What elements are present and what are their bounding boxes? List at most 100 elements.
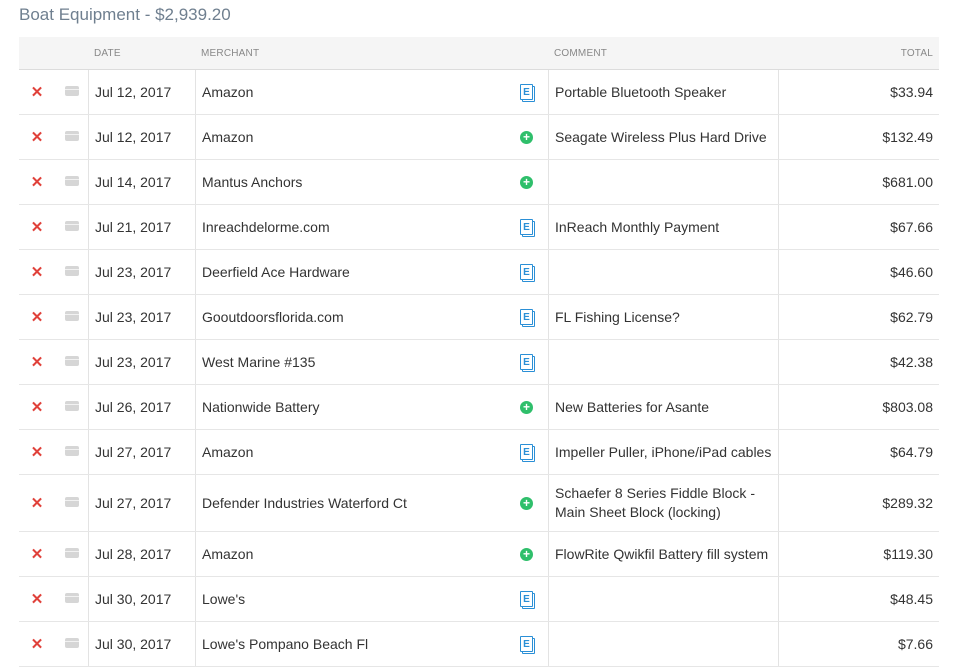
header-date[interactable]: DATE — [88, 37, 195, 69]
comment-cell[interactable] — [548, 160, 778, 204]
expense-date: Jul 14, 2017 — [95, 174, 172, 190]
header-total[interactable]: TOTAL — [778, 37, 939, 69]
table-row[interactable]: ✕ Jul 26, 2017 Nationwide Battery + New … — [19, 385, 939, 430]
x-icon[interactable]: ✕ — [31, 175, 44, 190]
receipt-icon[interactable]: E — [520, 444, 533, 460]
table-row[interactable]: ✕ Jul 27, 2017 Amazon E Impeller Puller,… — [19, 430, 939, 475]
add-receipt-icon[interactable]: + — [520, 175, 533, 189]
table-row[interactable]: ✕ Jul 23, 2017 Deerfield Ace Hardware E … — [19, 250, 939, 295]
expense-comment[interactable]: Impeller Puller, iPhone/iPad cables — [555, 443, 771, 462]
table-row[interactable]: ✕ Jul 27, 2017 Defender Industries Water… — [19, 475, 939, 532]
x-icon[interactable]: ✕ — [31, 496, 44, 511]
comment-cell[interactable]: InReach Monthly Payment — [548, 205, 778, 249]
x-icon[interactable]: ✕ — [31, 310, 44, 325]
comment-cell[interactable]: Schaefer 8 Series Fiddle Block - Main Sh… — [548, 475, 778, 531]
receipt-icon[interactable]: E — [520, 219, 533, 235]
receipt-icon[interactable]: E — [520, 264, 533, 280]
comment-cell[interactable]: FlowRite Qwikfil Battery fill system — [548, 532, 778, 576]
expense-merchant[interactable]: Defender Industries Waterford Ct — [202, 495, 407, 511]
add-receipt-icon[interactable]: + — [520, 547, 533, 561]
receipt-icon[interactable]: E — [520, 84, 533, 100]
add-receipt-icon[interactable]: + — [520, 130, 533, 144]
add-receipt-icon[interactable]: + — [520, 496, 533, 510]
x-icon[interactable]: ✕ — [31, 265, 44, 280]
merchant-cell[interactable]: Amazon — [195, 70, 505, 114]
comment-cell[interactable] — [548, 340, 778, 384]
expense-comment[interactable]: Schaefer 8 Series Fiddle Block - Main Sh… — [555, 484, 772, 522]
expense-comment[interactable]: InReach Monthly Payment — [555, 218, 719, 237]
expense-merchant[interactable]: Amazon — [202, 84, 253, 100]
expense-merchant[interactable]: Amazon — [202, 444, 253, 460]
header-merchant[interactable]: MERCHANT — [195, 37, 505, 69]
expense-merchant[interactable]: Inreachdelorme.com — [202, 219, 330, 235]
comment-cell[interactable] — [548, 577, 778, 621]
comment-cell[interactable]: Portable Bluetooth Speaker — [548, 70, 778, 114]
table-row[interactable]: ✕ Jul 23, 2017 West Marine #135 E $42.38 — [19, 340, 939, 385]
merchant-cell[interactable]: Defender Industries Waterford Ct — [195, 475, 505, 531]
merchant-cell[interactable]: Amazon — [195, 115, 505, 159]
x-icon[interactable]: ✕ — [31, 592, 44, 607]
x-icon[interactable]: ✕ — [31, 220, 44, 235]
header-comment[interactable]: COMMENT — [548, 37, 778, 69]
x-icon[interactable]: ✕ — [31, 355, 44, 370]
table-row[interactable]: ✕ Jul 12, 2017 Amazon E Portable Bluetoo… — [19, 70, 939, 115]
comment-cell[interactable]: Seagate Wireless Plus Hard Drive — [548, 115, 778, 159]
expense-date: Jul 23, 2017 — [95, 354, 172, 370]
table-row[interactable]: ✕ Jul 30, 2017 Lowe's E $48.45 — [19, 577, 939, 622]
table-row[interactable]: ✕ Jul 28, 2017 Amazon + FlowRite Qwikfil… — [19, 532, 939, 577]
date-cell: Jul 14, 2017 — [88, 160, 195, 204]
expense-merchant[interactable]: Amazon — [202, 129, 253, 145]
expense-comment[interactable]: Seagate Wireless Plus Hard Drive — [555, 128, 767, 147]
table-row[interactable]: ✕ Jul 14, 2017 Mantus Anchors + $681.00 — [19, 160, 939, 205]
comment-cell[interactable] — [548, 250, 778, 294]
delete-cell: ✕ — [19, 622, 55, 666]
expense-comment[interactable]: New Batteries for Asante — [555, 398, 709, 417]
table-row[interactable]: ✕ Jul 23, 2017 Gooutdoorsflorida.com E F… — [19, 295, 939, 340]
merchant-cell[interactable]: Inreachdelorme.com — [195, 205, 505, 249]
expense-total: $67.66 — [890, 219, 933, 235]
x-icon[interactable]: ✕ — [31, 445, 44, 460]
expense-merchant[interactable]: Gooutdoorsflorida.com — [202, 309, 344, 325]
merchant-cell[interactable]: West Marine #135 — [195, 340, 505, 384]
table-row[interactable]: ✕ Jul 21, 2017 Inreachdelorme.com E InRe… — [19, 205, 939, 250]
expense-merchant[interactable]: Lowe's Pompano Beach Fl — [202, 636, 368, 652]
receipt-icon[interactable]: E — [520, 636, 533, 652]
merchant-cell[interactable]: Amazon — [195, 430, 505, 474]
x-icon[interactable]: ✕ — [31, 547, 44, 562]
date-cell: Jul 23, 2017 — [88, 295, 195, 339]
x-icon[interactable]: ✕ — [31, 400, 44, 415]
x-icon[interactable]: ✕ — [31, 130, 44, 145]
expense-merchant[interactable]: Deerfield Ace Hardware — [202, 264, 350, 280]
total-cell: $64.79 — [778, 430, 939, 474]
expense-merchant[interactable]: Amazon — [202, 546, 253, 562]
total-cell: $681.00 — [778, 160, 939, 204]
table-row[interactable]: ✕ Jul 30, 2017 Lowe's Pompano Beach Fl E… — [19, 622, 939, 667]
merchant-cell[interactable]: Amazon — [195, 532, 505, 576]
comment-cell[interactable] — [548, 622, 778, 666]
add-receipt-icon[interactable]: + — [520, 400, 533, 414]
expense-comment[interactable]: FlowRite Qwikfil Battery fill system — [555, 545, 768, 564]
merchant-cell[interactable]: Gooutdoorsflorida.com — [195, 295, 505, 339]
x-icon[interactable]: ✕ — [31, 85, 44, 100]
merchant-cell[interactable]: Deerfield Ace Hardware — [195, 250, 505, 294]
expense-comment[interactable]: FL Fishing License? — [555, 308, 680, 327]
comment-cell[interactable]: Impeller Puller, iPhone/iPad cables — [548, 430, 778, 474]
receipt-icon[interactable]: E — [520, 591, 533, 607]
expense-merchant[interactable]: West Marine #135 — [202, 354, 315, 370]
x-icon[interactable]: ✕ — [31, 637, 44, 652]
merchant-cell[interactable]: Lowe's Pompano Beach Fl — [195, 622, 505, 666]
expense-comment[interactable]: Portable Bluetooth Speaker — [555, 83, 726, 102]
expense-merchant[interactable]: Mantus Anchors — [202, 174, 302, 190]
merchant-cell[interactable]: Nationwide Battery — [195, 385, 505, 429]
card-cell — [55, 475, 88, 531]
card-cell — [55, 160, 88, 204]
receipt-icon[interactable]: E — [520, 309, 533, 325]
expense-merchant[interactable]: Nationwide Battery — [202, 399, 320, 415]
comment-cell[interactable]: FL Fishing License? — [548, 295, 778, 339]
expense-merchant[interactable]: Lowe's — [202, 591, 245, 607]
comment-cell[interactable]: New Batteries for Asante — [548, 385, 778, 429]
merchant-cell[interactable]: Lowe's — [195, 577, 505, 621]
table-row[interactable]: ✕ Jul 12, 2017 Amazon + Seagate Wireless… — [19, 115, 939, 160]
merchant-cell[interactable]: Mantus Anchors — [195, 160, 505, 204]
receipt-icon[interactable]: E — [520, 354, 533, 370]
